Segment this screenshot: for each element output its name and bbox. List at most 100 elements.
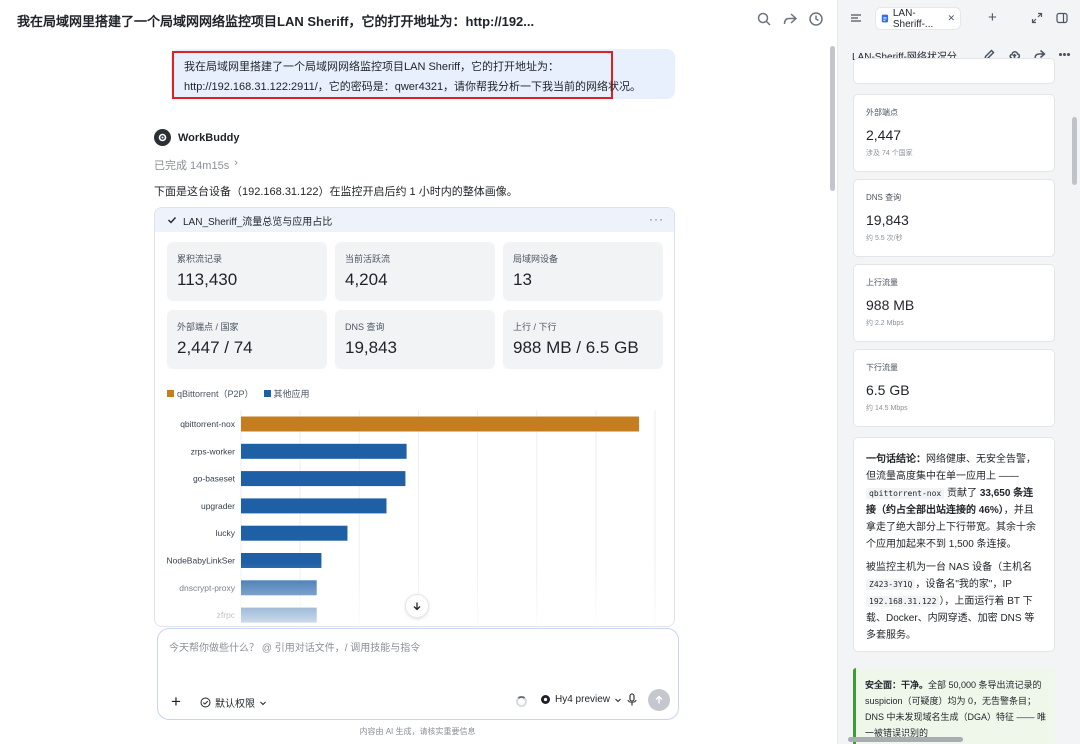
stat-value: 19,843 (345, 338, 397, 357)
summary-paragraph-1: 一句话结论：网络健康、无安全告警，但流量高度集中在单一应用上 —— qbitto… (866, 451, 1042, 553)
metric-label: 外部端点 (866, 108, 898, 117)
legend-item-p2p[interactable]: qBittorrent（P2P） (167, 387, 254, 400)
completion-status[interactable]: 已完成 14m15s › (154, 157, 238, 173)
search-icon[interactable] (756, 11, 772, 27)
history-icon[interactable] (808, 11, 824, 27)
reply-intro: 下面是这台设备（192.168.31.122）在监控开启后约 1 小时内的整体画… (154, 186, 518, 198)
bar-qbittorrent-nox[interactable] (241, 416, 640, 432)
bot-header: WorkBuddy (154, 129, 240, 146)
document-tabbar: LAN-Sheriff-... ✕ + (838, 0, 1080, 37)
stat-lan-devices: 局域网设备 13 (503, 242, 663, 301)
metric-card-download: 下行流量 6.5 GB 约 14.5 Mbps (853, 349, 1055, 427)
check-icon (168, 217, 177, 224)
stat-label: 局域网设备 (513, 254, 559, 264)
ai-disclaimer: 内容由 AI 生成，请核实重要信息 (359, 727, 476, 736)
add-attachment-button[interactable]: + (171, 693, 181, 710)
legend-label: qBittorrent（P2P） (177, 389, 254, 399)
arrow-down-icon (413, 602, 421, 611)
scroll-to-bottom-button[interactable] (405, 594, 429, 618)
bar-zfrpc[interactable] (241, 607, 317, 623)
stat-value: 13 (513, 270, 532, 289)
chevron-right-icon: › (234, 157, 238, 169)
permission-selector[interactable]: 默认权限 (200, 695, 267, 710)
more-icon[interactable]: ··· (649, 212, 664, 226)
bar-NodeBabyLinkSer[interactable] (241, 553, 322, 568)
category-label: zfrpc (217, 610, 236, 620)
code-ip: 192.168.31.122 (866, 596, 940, 607)
shield-check-icon (200, 697, 211, 708)
metric-card-external-endpoints: 外部端点 2,447 涉及 74 个国家 (853, 94, 1055, 172)
category-label: upgrader (201, 501, 235, 511)
stat-label: 外部端点 / 国家 (177, 322, 239, 332)
metric-value: 988 MB (866, 297, 915, 313)
legend-swatch (167, 390, 174, 397)
metric-card-partial (853, 58, 1055, 84)
category-label: NodeBabyLinkSer (166, 556, 235, 566)
stat-value: 113,430 (177, 270, 238, 289)
metric-value: 19,843 (866, 212, 909, 228)
new-tab-icon[interactable]: + (988, 9, 997, 26)
model-selector[interactable]: Hy4 preview (540, 694, 622, 705)
metric-sub: 约 2.2 Mbps (866, 320, 904, 327)
chart-legend: qBittorrent（P2P） 其他应用 (167, 387, 310, 400)
workbuddy-logo-icon (154, 129, 171, 146)
code-hostname: Z423-3Y1Q (866, 579, 916, 590)
microphone-icon (627, 693, 637, 706)
document-tab-label: LAN-Sheriff-... (892, 7, 934, 30)
chat-scrollbar-thumb[interactable] (830, 46, 835, 191)
card-header[interactable]: LAN_Sheriff_流量总览与应用占比 ··· (155, 208, 674, 232)
document-scrollbar-thumb[interactable] (1072, 117, 1077, 185)
stat-value: 4,204 (345, 270, 388, 289)
microphone-button[interactable] (626, 693, 638, 710)
user-message-line-1: 我在局域网里搭建了一个局域网网络监控项目LAN Sheriff，它的打开地址为： (184, 61, 560, 73)
category-label: qbittorrent-nox (180, 419, 236, 429)
metric-card-upload: 上行流量 988 MB 约 2.2 Mbps (853, 264, 1055, 342)
summary-block: 一句话结论：网络健康、无安全告警，但流量高度集中在单一应用上 —— qbitto… (853, 437, 1055, 652)
bar-dnscrypt-proxy[interactable] (241, 580, 317, 596)
send-button[interactable] (648, 689, 670, 711)
safety-callout: 安全面：干净。全部 50,000 条导出流记录的 suspicion（可疑度）均… (853, 668, 1055, 744)
stat-label: 当前活跃流 (345, 254, 391, 264)
bar-lucky[interactable] (241, 525, 348, 541)
metric-sub: 约 5.5 次/秒 (866, 235, 903, 242)
bot-name: WorkBuddy (178, 131, 240, 144)
category-label: dnscrypt-proxy (179, 583, 235, 593)
topbar-actions (756, 11, 824, 27)
arrow-up-icon (655, 695, 663, 704)
legend-swatch (263, 390, 271, 397)
close-icon[interactable]: ✕ (947, 13, 955, 24)
code-process-name: qbittorrent-nox (866, 488, 945, 499)
user-message-line-2: http://192.168.31.122:2911/，它的密码是：qwer43… (184, 81, 642, 93)
metric-label: DNS 查询 (866, 193, 902, 202)
completion-label: 已完成 14m15s (154, 160, 230, 172)
sidebar-toggle-icon[interactable] (1056, 12, 1068, 27)
legend-item-other[interactable]: 其他应用 (263, 387, 310, 400)
chevron-down-icon (615, 698, 621, 702)
metric-label: 上行流量 (866, 278, 898, 287)
category-label: lucky (216, 528, 236, 538)
summary-text: ，设备名"我的家"，IP (915, 579, 1012, 590)
chat-topbar: 我在局域网里搭建了一个局域网网络监控项目LAN Sheriff，它的打开地址为：… (0, 0, 837, 40)
card-title: LAN_Sheriff_流量总览与应用占比 (183, 216, 333, 228)
bar-go-baseset[interactable] (241, 471, 406, 487)
more-icon[interactable] (1058, 48, 1071, 61)
document-horizontal-scrollbar[interactable] (848, 737, 963, 742)
metric-card-dns: DNS 查询 19,843 约 5.5 次/秒 (853, 179, 1055, 257)
stat-value: 988 MB / 6.5 GB (513, 338, 639, 357)
document-tab[interactable]: LAN-Sheriff-... ✕ (876, 7, 960, 30)
loading-spinner-icon (516, 696, 527, 707)
document-icon (881, 14, 889, 23)
stat-active-flows: 当前活跃流 4,204 (335, 242, 495, 301)
metric-value: 6.5 GB (866, 382, 910, 398)
bar-upgrader[interactable] (241, 498, 387, 514)
share-icon[interactable] (782, 11, 798, 27)
expand-icon[interactable] (1031, 12, 1043, 27)
menu-icon[interactable] (850, 12, 862, 27)
metric-sub: 约 14.5 Mbps (866, 405, 908, 412)
metric-label: 下行流量 (866, 363, 898, 372)
document-pane: LAN-Sheriff-... ✕ + LAN-Sheriff-网络状况分...… (838, 0, 1080, 744)
metric-sub: 涉及 74 个国家 (866, 150, 913, 157)
bar-zrps-worker[interactable] (241, 443, 407, 459)
message-input[interactable] (169, 638, 659, 658)
summary-text: 被监控主机为一台 NAS 设备（主机名 (866, 562, 1033, 573)
